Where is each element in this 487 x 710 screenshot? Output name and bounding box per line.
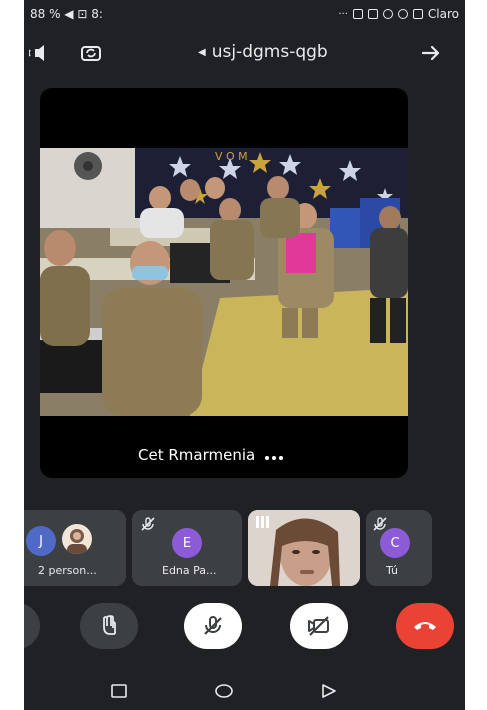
phone-screen: 88 % ◀ ⊡ 8: ··· Claro ◀ usj-dgms-qgb V O… [24,0,465,710]
meeting-code-dropdown[interactable]: ◀ usj-dgms-qgb [198,42,328,62]
hand-icon [103,615,116,635]
camera-toggle-button[interactable] [290,603,348,649]
caret-left-icon: ◀ [198,46,206,58]
svg-text:V O M: V O M [215,150,248,163]
android-nav-bar [24,672,465,710]
classroom-video-feed: V O M [40,148,408,416]
more-options-button[interactable] [24,603,40,649]
participant-name: Edna Pa... [162,564,217,577]
instagram-icon [397,9,408,19]
recents-icon [111,684,127,698]
mic-toggle-button[interactable] [184,603,242,649]
back-arrow-icon[interactable] [416,38,446,68]
raise-hand-button[interactable] [80,603,138,649]
participant-tile-edna[interactable]: E Edna Pa... [132,510,242,586]
back-triangle-icon [322,684,336,698]
avatar-photo [62,524,92,554]
participant-strip: J 2 person... E Edna Pa... C Tú [24,510,465,586]
phone-hangup-icon [414,622,436,630]
carrier-name: Claro [427,7,459,21]
mic-off-icon [141,517,155,531]
status-right: ··· Claro [338,7,459,21]
image-icon [367,9,378,19]
participant-tile-others[interactable]: J 2 person... [24,510,126,586]
speaker-icon[interactable] [24,38,54,68]
meeting-code: usj-dgms-qgb [211,42,328,62]
main-video-tile[interactable]: V O M Cet Rmarmenia [40,88,408,478]
participant-tile-video[interactable] [248,510,360,586]
mic-off-icon [204,616,222,635]
speaking-indicator-icon [265,446,286,464]
back-button[interactable] [320,682,338,704]
speaker-name: Cet Rmarmenia [138,446,256,464]
home-icon [215,684,233,698]
recents-button[interactable] [110,682,128,704]
audio-level-icon [256,516,269,528]
camera-switch-icon[interactable] [76,38,106,68]
home-button[interactable] [214,682,234,704]
participant-name: Tú [386,564,399,577]
speaker-label: Cet Rmarmenia [138,446,286,464]
end-call-button[interactable] [396,603,454,649]
participant-tile-self[interactable]: C Tú [366,510,432,586]
signal-icon [412,9,423,19]
mail-icon [352,9,363,19]
battery-text: 88 % ◀ ⊡ 8: [30,7,103,21]
call-controls [24,603,465,655]
status-bar: 88 % ◀ ⊡ 8: ··· Claro [24,0,465,28]
avatar-j: J [26,526,56,556]
more-notifications-icon: ··· [338,8,348,20]
camera-off-icon [308,616,329,636]
avatar-c: C [380,528,410,558]
whatsapp-icon [382,9,393,19]
status-left: 88 % ◀ ⊡ 8: [30,7,103,21]
meeting-top-bar: ◀ usj-dgms-qgb [24,30,465,76]
participant-name: 2 person... [38,564,97,577]
avatar-e: E [172,528,202,558]
